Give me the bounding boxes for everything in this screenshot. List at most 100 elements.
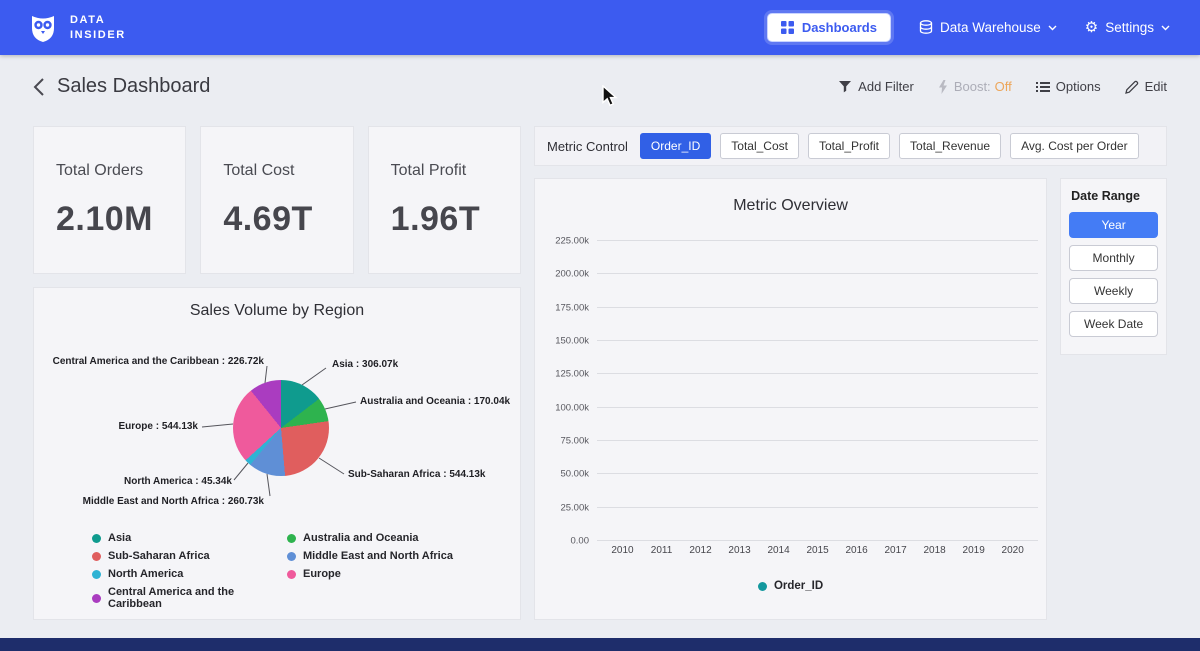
y-tick-label: 25.00k <box>560 502 589 513</box>
boost-state: Off <box>995 79 1012 94</box>
x-tick-label: 2015 <box>798 545 837 556</box>
legend-dot <box>758 582 767 591</box>
metric-button-total-cost[interactable]: Total_Cost <box>720 133 799 159</box>
back-button[interactable] <box>33 78 44 96</box>
y-tick-label: 75.00k <box>560 436 589 447</box>
legend-item[interactable]: Central America and the Caribbean <box>92 586 287 610</box>
options-label: Options <box>1056 79 1101 94</box>
x-tick-label: 2018 <box>915 545 954 556</box>
legend-item[interactable]: Asia <box>92 532 287 544</box>
kpi-value: 4.69T <box>223 200 352 239</box>
bars <box>597 241 1038 541</box>
top-nav: DATA INSIDER Dashboards Data Warehouse <box>0 0 1200 55</box>
gear-icon: ⚙ <box>1085 20 1098 35</box>
pie-chart-area: Central America and the Caribbean : 226.… <box>34 326 520 522</box>
pie-slice-label: Asia : 306.07k <box>332 359 398 370</box>
legend-label: Sub-Saharan Africa <box>108 550 210 562</box>
pie-chart-title: Sales Volume by Region <box>34 302 520 320</box>
boost-toggle[interactable]: Boost: Off <box>938 79 1012 94</box>
edit-button[interactable]: Edit <box>1125 79 1167 94</box>
y-tick-label: 175.00k <box>555 302 589 313</box>
x-labels: 2010201120122013201420152016201720182019… <box>597 545 1038 556</box>
add-filter-button[interactable]: Add Filter <box>838 79 914 94</box>
chevron-left-icon <box>33 78 44 96</box>
legend-label: Asia <box>108 532 131 544</box>
settings-label: Settings <box>1105 20 1154 35</box>
filter-funnel-icon <box>838 80 852 93</box>
pencil-icon <box>1125 80 1139 94</box>
bar-chart-legend[interactable]: Order_ID <box>535 580 1046 592</box>
x-tick-label: 2017 <box>876 545 915 556</box>
x-tick-label: 2014 <box>759 545 798 556</box>
metric-button-order-id[interactable]: Order_ID <box>640 133 711 159</box>
data-warehouse-label: Data Warehouse <box>940 20 1041 35</box>
dashboards-button[interactable]: Dashboards <box>767 13 891 42</box>
y-tick-label: 150.00k <box>555 336 589 347</box>
page-header: Sales Dashboard Add Filter Boost: Off Op… <box>0 55 1200 118</box>
x-tick-label: 2011 <box>642 545 681 556</box>
range-button-monthly[interactable]: Monthly <box>1069 245 1158 271</box>
legend-item[interactable]: Europe <box>287 568 453 580</box>
kpi-label: Total Orders <box>56 162 185 180</box>
brand-text: DATA INSIDER <box>70 13 126 42</box>
dashboards-label: Dashboards <box>802 20 877 35</box>
y-tick-label: 125.00k <box>555 369 589 380</box>
x-tick-label: 2010 <box>603 545 642 556</box>
pie[interactable] <box>233 380 329 476</box>
chevron-down-icon <box>1161 25 1170 31</box>
legend-dot <box>287 570 296 579</box>
legend-label: Central America and the Caribbean <box>108 586 287 610</box>
brand-line1: DATA <box>70 13 126 27</box>
range-button-week-date[interactable]: Week Date <box>1069 311 1158 337</box>
brand[interactable]: DATA INSIDER <box>26 12 126 44</box>
legend-dot <box>287 552 296 561</box>
pie-slice-label: Central America and the Caribbean : 226.… <box>52 356 264 367</box>
legend-item[interactable]: Sub-Saharan Africa <box>92 550 287 562</box>
kpi-label: Total Profit <box>391 162 520 180</box>
legend-item[interactable]: Middle East and North Africa <box>287 550 453 562</box>
kpi-section: Total Orders 2.10M Total Cost 4.69T Tota… <box>33 126 521 274</box>
kpi-value: 2.10M <box>56 200 185 239</box>
owl-logo-icon <box>26 12 60 44</box>
y-axis: 0.0025.00k50.00k75.00k100.00k125.00k150.… <box>545 241 597 541</box>
date-range-label: Date Range <box>1071 189 1158 203</box>
data-warehouse-menu[interactable]: Data Warehouse <box>919 20 1057 35</box>
dashboard-body: Total Orders 2.10M Total Cost 4.69T Tota… <box>0 118 1200 620</box>
list-options-icon <box>1036 81 1050 93</box>
legend-label: Middle East and North Africa <box>303 550 453 562</box>
footer-bar <box>0 638 1200 651</box>
range-button-weekly[interactable]: Weekly <box>1069 278 1158 304</box>
legend-dot <box>92 552 101 561</box>
kpi-label: Total Cost <box>223 162 352 180</box>
pie-legend: Asia Sub-Saharan Africa North America Ce… <box>34 532 520 616</box>
settings-menu[interactable]: ⚙ Settings <box>1085 20 1170 35</box>
metric-button-total-revenue[interactable]: Total_Revenue <box>899 133 1001 159</box>
range-button-year[interactable]: Year <box>1069 212 1158 238</box>
legend-dot <box>92 594 101 603</box>
x-tick-label: 2012 <box>681 545 720 556</box>
x-tick-label: 2019 <box>954 545 993 556</box>
kpi-card-total-cost: Total Cost 4.69T <box>200 126 353 274</box>
y-tick-label: 225.00k <box>555 236 589 247</box>
legend-item[interactable]: North America <box>92 568 287 580</box>
kpi-card-total-profit: Total Profit 1.96T <box>368 126 521 274</box>
pie-slice-label: North America : 45.34k <box>92 476 232 487</box>
legend-dot <box>92 534 101 543</box>
legend-label: Europe <box>303 568 341 580</box>
lightning-bolt-icon <box>938 80 948 94</box>
bar-plot <box>597 241 1038 541</box>
metric-control-bar: Metric Control Order_ID Total_Cost Total… <box>534 126 1167 166</box>
legend-item[interactable]: Australia and Oceania <box>287 532 453 544</box>
y-tick-label: 0.00 <box>571 536 590 547</box>
brand-line2: INSIDER <box>70 28 126 42</box>
pie-chart-card: Sales Volume by Region Central America a… <box>33 287 521 620</box>
metric-button-avg-cost-per-order[interactable]: Avg. Cost per Order <box>1010 133 1139 159</box>
add-filter-label: Add Filter <box>858 79 914 94</box>
pie-slice-label: Europe : 544.13k <box>88 421 198 432</box>
options-button[interactable]: Options <box>1036 79 1101 94</box>
metric-button-total-profit[interactable]: Total_Profit <box>808 133 890 159</box>
legend-dot <box>92 570 101 579</box>
pie-slice-label: Middle East and North Africa : 260.73k <box>52 496 264 507</box>
pie-slice-label: Sub-Saharan Africa : 544.13k <box>348 469 485 480</box>
grid-icon <box>781 21 794 34</box>
